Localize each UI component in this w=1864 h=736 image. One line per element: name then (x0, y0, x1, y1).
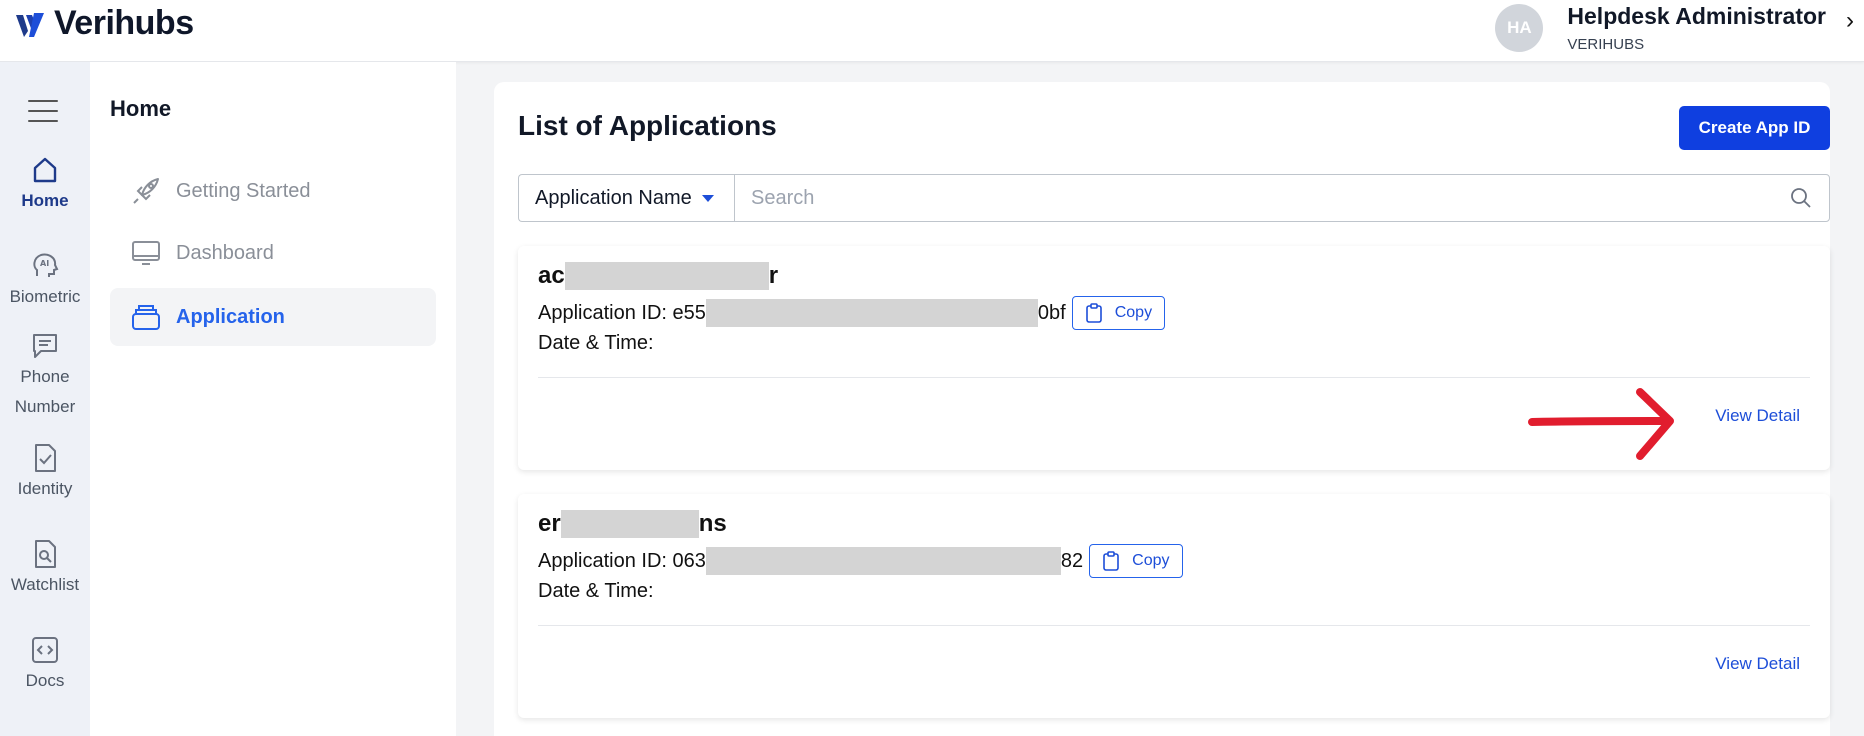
subnav-item-label: Application (176, 305, 285, 328)
divider (538, 625, 1810, 626)
app-id-start: e55 (672, 301, 706, 324)
rail-item-home[interactable]: Home (0, 154, 90, 216)
app-id-start: 063 (672, 549, 706, 572)
caret-down-icon (701, 194, 714, 202)
rail-item-label: Phone Number (14, 367, 76, 416)
application-id-row: Application ID: e55 0bf Copy (538, 296, 1166, 330)
redacted-block (564, 262, 769, 290)
subnav-title: Home (110, 96, 172, 121)
chevron-right-icon[interactable]: › (1846, 7, 1854, 35)
rail-item-phone-number[interactable]: Phone Number (0, 330, 90, 422)
app-name-start: ac (538, 262, 565, 289)
app-id-end: 0bf (1037, 301, 1066, 324)
ai-head-icon: AI (33, 253, 59, 277)
copy-label: Copy (1114, 304, 1153, 321)
copy-button[interactable]: Copy (1071, 296, 1166, 330)
verihubs-logo-icon (16, 12, 44, 37)
subnav-item-label: Getting Started (176, 179, 311, 202)
app-id-end: 82 (1060, 549, 1084, 572)
redacted-block (705, 547, 1061, 575)
subnav-item-application[interactable]: Application (110, 288, 436, 346)
copy-label: Copy (1132, 552, 1170, 569)
rail-item-label: Home (21, 191, 69, 210)
rail-item-label: Identity (17, 479, 73, 498)
application-card: er ns Application ID: 063 82 Copy Date & … (518, 494, 1830, 718)
document-check-icon (35, 444, 56, 472)
document-search-icon (35, 540, 56, 568)
app-name-end: r (768, 262, 779, 289)
user-menu[interactable]: HA Helpdesk Administrator VERIHUBS › (1495, 0, 1854, 56)
user-org: VERIHUBS (1567, 36, 1645, 53)
copy-button[interactable]: Copy (1089, 544, 1183, 578)
logo-text: Verihubs (54, 4, 194, 42)
user-info: Helpdesk Administrator VERIHUBS (1567, 3, 1826, 53)
subnav-item-label: Dashboard (176, 241, 274, 264)
search-filter-bar: Application Name (518, 174, 1830, 222)
redacted-block (560, 510, 699, 538)
page-title: List of Applications (518, 110, 777, 141)
home-icon (33, 157, 57, 183)
application-id-row: Application ID: 063 82 Copy (538, 544, 1183, 578)
chat-icon (33, 334, 57, 358)
subnav-item-dashboard[interactable]: Dashboard (110, 224, 436, 282)
search-box[interactable] (734, 174, 1830, 222)
clipboard-icon (1103, 551, 1119, 571)
app-id-label: Application ID: (538, 549, 667, 572)
rail-item-docs[interactable]: Docs (0, 634, 90, 696)
app-date-label: Date & Time: (538, 580, 654, 602)
logo[interactable]: Verihubs (14, 4, 194, 43)
rail-item-label: Biometric (9, 287, 81, 306)
annotation-arrow-icon (1528, 388, 1674, 460)
filter-field-select[interactable]: Application Name (518, 174, 734, 222)
code-icon (32, 637, 58, 663)
application-name: ac r (538, 262, 778, 290)
svg-text:AI: AI (40, 259, 49, 268)
view-detail-link[interactable]: View Detail (1715, 406, 1800, 426)
redacted-block (705, 299, 1038, 327)
top-bar: Verihubs HA Helpdesk Administrator VERIH… (0, 0, 1864, 62)
divider (538, 377, 1810, 378)
stack-icon (132, 305, 160, 330)
monitor-icon (132, 241, 160, 265)
application-name: er ns (538, 510, 727, 538)
view-detail-link[interactable]: View Detail (1715, 654, 1800, 674)
hamburger-menu-icon[interactable] (28, 100, 58, 130)
rail-item-biometric[interactable]: AI Biometric (0, 250, 90, 312)
rail-item-label: Watchlist (10, 575, 80, 594)
filter-selected-value: Application Name (535, 186, 692, 209)
rail-item-label: Docs (25, 671, 65, 690)
avatar[interactable]: HA (1495, 4, 1544, 52)
icon-rail: Home AI Biometric Phone Number Identity … (0, 62, 90, 736)
app-date-label: Date & Time: (538, 332, 654, 354)
app-name-end: ns (698, 510, 727, 537)
user-name: Helpdesk Administrator (1567, 3, 1826, 29)
search-input[interactable] (751, 186, 1789, 210)
rocket-icon (133, 178, 159, 204)
clipboard-icon (1085, 303, 1102, 323)
sub-navigation: Home Getting Started Dashboard Applicati… (90, 62, 456, 736)
rail-item-watchlist[interactable]: Watchlist (0, 538, 90, 600)
app-name-start: er (538, 510, 561, 537)
search-icon[interactable] (1789, 186, 1813, 210)
app-id-label: Application ID: (538, 301, 667, 324)
subnav-item-getting-started[interactable]: Getting Started (110, 162, 436, 220)
create-app-id-button[interactable]: Create App ID (1679, 106, 1830, 150)
rail-item-identity[interactable]: Identity (0, 442, 90, 504)
